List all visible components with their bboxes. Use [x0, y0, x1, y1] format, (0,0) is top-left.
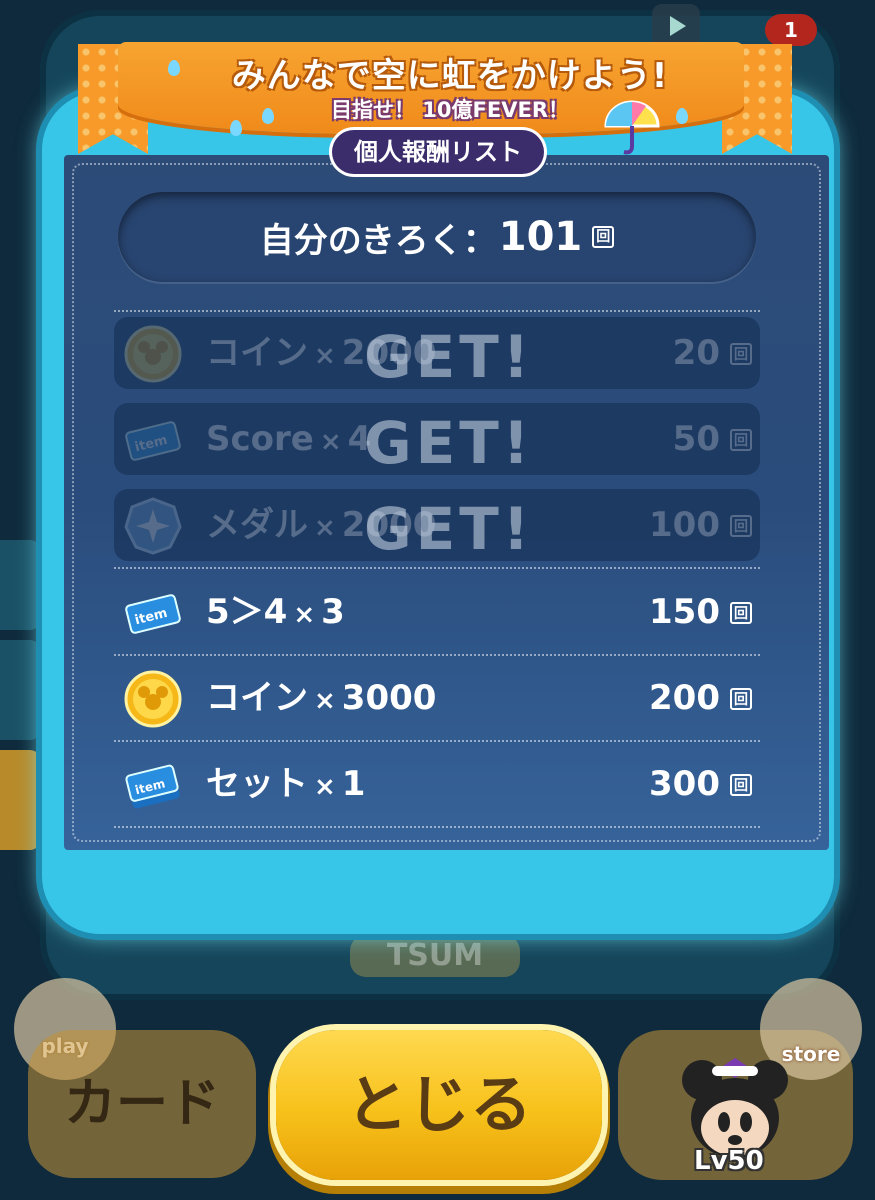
- reward-label: Score × 4: [206, 403, 371, 475]
- background-side-tab: [0, 750, 40, 850]
- reward-amount: 3: [321, 592, 345, 632]
- reward-times: ×: [314, 772, 336, 802]
- reward-times: ×: [314, 686, 336, 716]
- event-title: みんなで空に虹をかけよう!: [231, 56, 669, 96]
- get-stamp: GET!: [364, 495, 534, 563]
- item-ticket-set-icon: item: [124, 756, 182, 814]
- coin-icon: [124, 325, 182, 383]
- medal-icon: [124, 497, 182, 555]
- reward-name: メダル: [206, 505, 308, 545]
- background-side-tab: [0, 640, 40, 740]
- row-divider: [114, 654, 760, 656]
- reward-required-count: 150: [649, 592, 720, 632]
- reward-row: メダル × 2000 100 回 GET!: [114, 489, 760, 563]
- reward-count-unit: 回: [730, 688, 752, 710]
- my-record: 自分のきろく： 101 回: [118, 192, 756, 282]
- reward-count-unit: 回: [730, 343, 752, 365]
- row-divider: [114, 826, 760, 828]
- raindrop-icon: [168, 60, 180, 76]
- umbrella-icon: [604, 100, 660, 155]
- reward-times: ×: [314, 513, 336, 543]
- notification-badge: 1: [765, 14, 817, 46]
- reward-name: コイン: [206, 678, 308, 718]
- reward-label: コイン × 3000: [206, 662, 436, 734]
- reward-amount: 3000: [341, 678, 437, 718]
- row-divider: [114, 567, 760, 569]
- level-badge: Lv50: [694, 1146, 764, 1176]
- item-ticket-icon: item: [124, 411, 182, 469]
- background-side-tab: [0, 540, 40, 630]
- reward-required-count: 200: [649, 678, 720, 718]
- raindrop-icon: [676, 108, 688, 124]
- reward-name: セット: [206, 764, 308, 804]
- reward-required-count: 20: [672, 333, 720, 373]
- reward-count-unit: 回: [730, 774, 752, 796]
- list-label: 個人報酬リスト: [354, 138, 522, 166]
- reward-label: 5＞4 × 3: [206, 576, 345, 648]
- reward-row: コイン × 3000 200 回: [114, 662, 760, 734]
- get-stamp: GET!: [364, 323, 534, 391]
- reward-row: item セット × 1 300 回: [114, 748, 760, 820]
- raindrop-icon: [262, 108, 274, 124]
- get-stamp: GET!: [364, 409, 534, 477]
- reward-name: コイン: [206, 333, 308, 373]
- reward-required-count: 300: [649, 764, 720, 804]
- reward-label: セット × 1: [206, 748, 365, 820]
- card-label: カード: [63, 1074, 220, 1134]
- raindrop-icon: [230, 120, 242, 136]
- reward-count-unit: 回: [730, 429, 752, 451]
- reward-amount: 1: [341, 764, 366, 804]
- reward-name: Score: [206, 419, 314, 459]
- my-record-label: 自分のきろく：: [259, 220, 497, 261]
- reward-row: コイン × 2000 20 回 GET!: [114, 317, 760, 391]
- close-label: とじる: [345, 1068, 532, 1141]
- reward-times: ×: [319, 427, 342, 457]
- row-divider: [114, 740, 760, 742]
- reward-required-count: 100: [649, 505, 720, 545]
- row-divider: [114, 310, 760, 312]
- my-record-unit: 回: [592, 226, 615, 248]
- reward-times: ×: [293, 600, 316, 630]
- reward-count-unit: 回: [730, 602, 752, 624]
- item-ticket-icon: item: [124, 584, 182, 642]
- reward-count-unit: 回: [730, 515, 752, 537]
- coin-icon: [124, 670, 182, 728]
- my-record-value: 101: [498, 214, 583, 260]
- tsum-logo-text: TSUM: [386, 938, 484, 973]
- reward-name: 5＞4: [206, 592, 288, 632]
- reward-times: ×: [314, 341, 336, 371]
- event-subtitle: 目指せ！ 10億FEVER！: [331, 98, 569, 122]
- reward-row: item 5＞4 × 3 150 回: [114, 576, 760, 648]
- reward-required-count: 50: [672, 419, 720, 459]
- reward-row: item Score × 4 50 回 GET!: [114, 403, 760, 477]
